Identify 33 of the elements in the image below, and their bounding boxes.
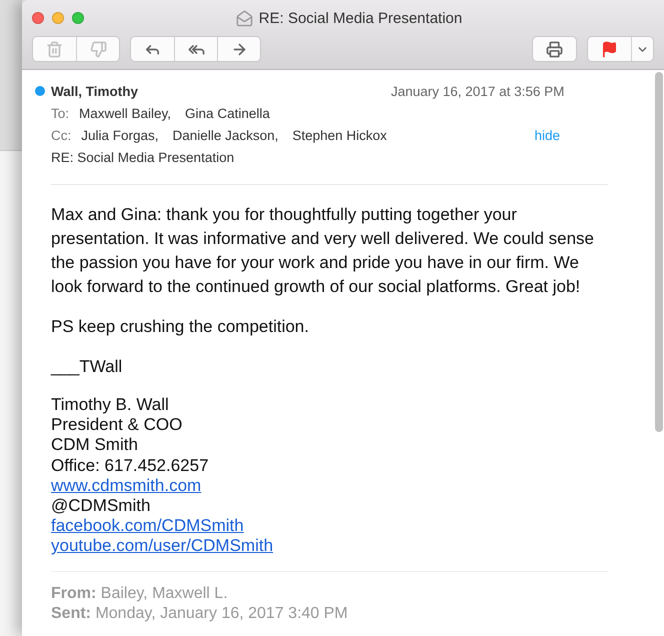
quoted-header-line: Sent: Monday, January 16, 2017 3:40 PM: [51, 604, 349, 624]
signature-line: President & COO: [51, 415, 184, 436]
signature-line: @CDMSmith: [51, 496, 152, 516]
zoom-button[interactable]: [72, 12, 84, 24]
signature-link[interactable]: www.cdmsmith.com: [51, 476, 202, 496]
recipient-name[interactable]: Stephen Hickox: [292, 128, 387, 142]
to-label: To:: [51, 106, 70, 120]
signature-line: Timothy B. Wall: [51, 395, 170, 416]
signature-line: CDM Smith: [51, 435, 139, 456]
envelope-icon: [236, 10, 253, 26]
flag-icon: [601, 40, 618, 58]
body-paragraph: Max and Gina: thank you for thoughtfully putting together your presentation. It was informative and very well delivered. We could sense the passion you have for your work and pride you have in our firm. We look forward to the continued growth of our social platforms. Great job!: [51, 204, 596, 298]
printer-icon: [546, 40, 563, 58]
signature-link[interactable]: youtube.com/user/CDMSmith: [51, 536, 274, 557]
body-paragraph: ___TWall: [51, 356, 124, 378]
signature-link[interactable]: facebook.com/CDMSmith: [51, 516, 244, 536]
message-date: January 16, 2017 at 3:56 PM: [391, 84, 564, 98]
recipient-name[interactable]: Julia Forgas,: [81, 128, 159, 142]
recipient-name[interactable]: Gina Catinella: [185, 106, 270, 120]
body-paragraph: PS keep crushing the competition.: [51, 316, 310, 338]
cc-label: Cc:: [51, 128, 72, 142]
scrollbar-thumb[interactable]: [655, 72, 663, 432]
quoted-header-line: From: Bailey, Maxwell L.: [51, 584, 229, 604]
signature-line: Office: 617.452.6257: [51, 456, 210, 476]
trash-icon: [46, 40, 63, 58]
recipient-name[interactable]: Danielle Jackson,: [172, 128, 278, 142]
close-button[interactable]: [32, 12, 44, 24]
sender-name: Wall, Timothy: [51, 84, 140, 98]
thumbs-down-icon: [90, 40, 106, 58]
message-subject: RE: Social Media Presentation: [51, 150, 234, 164]
recipient-name[interactable]: Maxwell Bailey,: [79, 106, 172, 120]
window-title: RE: Social Media Presentation: [258, 10, 462, 26]
minimize-button[interactable]: [52, 12, 64, 24]
